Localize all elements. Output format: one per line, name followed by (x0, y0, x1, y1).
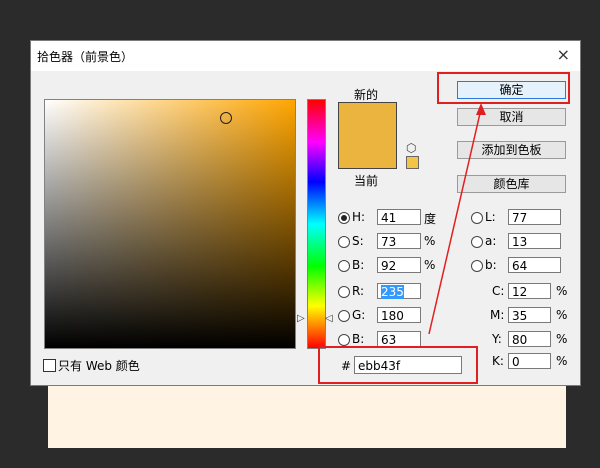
annotation-arrow (428, 103, 486, 335)
color-picker-dialog: 拾色器（前景色） × ▷ ◁ 新的 当前 ⬡ 确定 取消 添加到色板 颜色库 H… (30, 40, 581, 386)
background-canvas (48, 384, 566, 448)
